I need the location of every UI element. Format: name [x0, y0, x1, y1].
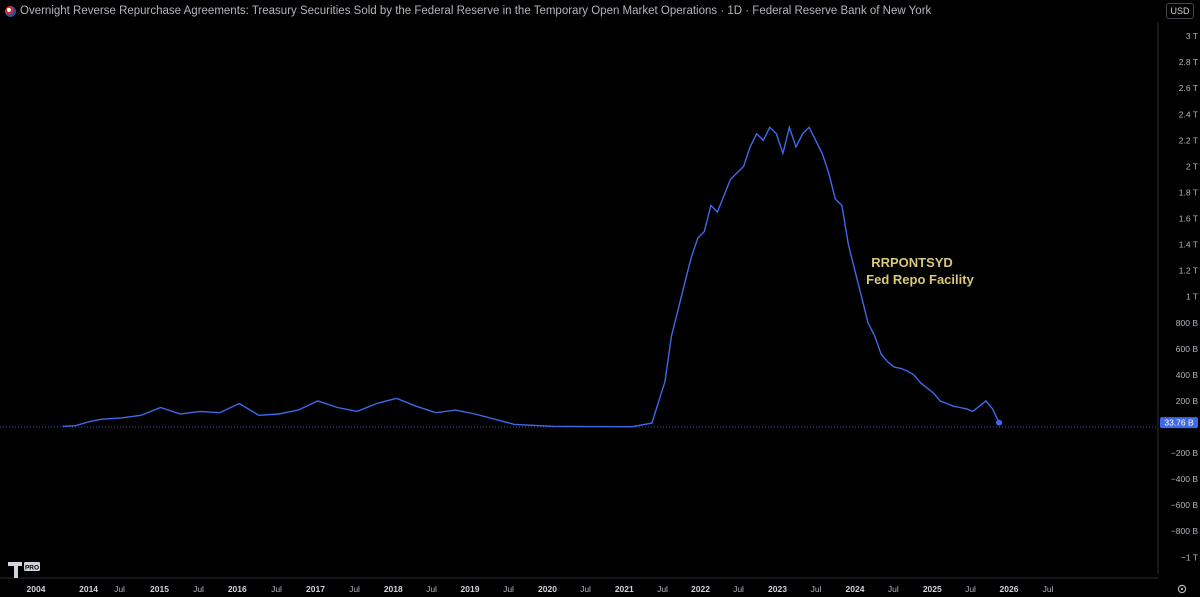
x-tick-label: Jul: [888, 584, 899, 594]
x-tick-label: 2024: [846, 584, 865, 594]
series-line-rrpontsyd: [62, 124, 1000, 428]
x-tick-label: 2019: [461, 584, 480, 594]
x-tick-label: 2015: [150, 584, 169, 594]
annotation-series-code: RRPONTSYD: [871, 255, 953, 270]
y-tick-label: −800 B: [1171, 526, 1199, 536]
x-tick-label: Jul: [811, 584, 822, 594]
y-tick-label: 2 T: [1186, 161, 1198, 171]
last-value-label-text: 33.76 B: [1164, 418, 1194, 428]
x-tick-label: 2014: [79, 584, 98, 594]
y-tick-label: 3 T: [1186, 31, 1198, 41]
x-tick-label: 2020: [538, 584, 557, 594]
y-tick-label: 1.6 T: [1179, 214, 1198, 224]
x-tick-label: Jul: [965, 584, 976, 594]
x-tick-label: 2017: [306, 584, 325, 594]
tradingview-logo-icon: [8, 562, 22, 578]
y-tick-label: −600 B: [1171, 500, 1199, 510]
x-tick-label: Jul: [503, 584, 514, 594]
y-tick-label: 800 B: [1176, 318, 1199, 328]
x-tick-label: Jul: [193, 584, 204, 594]
y-axis: 3 T 2.8 T 2.6 T 2.4 T 2.2 T 2 T 1.8 T 1.6 T 1.4 …: [1171, 31, 1199, 562]
x-tick-label: Jul: [657, 584, 668, 594]
x-tick-label: Jul: [349, 584, 360, 594]
y-tick-label: 2.2 T: [1179, 135, 1198, 145]
y-tick-label: 1 T: [1186, 292, 1198, 302]
pro-badge: PRO: [25, 565, 39, 572]
x-tick-label: 2016: [228, 584, 247, 594]
y-tick-label: 1.2 T: [1179, 266, 1198, 276]
x-axis: 2004 2014 Jul 2015 Jul 2016 Jul 2017 Jul 2018 Jul 2…: [27, 584, 1054, 594]
last-value-label: 33.76 B: [1160, 417, 1198, 429]
y-tick-label: −1 T: [1181, 552, 1198, 562]
x-tick-label: Jul: [733, 584, 744, 594]
x-tick-label: 2004: [27, 584, 46, 594]
y-tick-label: 1.8 T: [1179, 187, 1198, 197]
x-tick-label: Jul: [426, 584, 437, 594]
chart-canvas[interactable]: 3 T 2.8 T 2.6 T 2.4 T 2.2 T 2 T 1.8 T 1.6 T 1.4 …: [0, 0, 1200, 597]
x-tick-label: Jul: [114, 584, 125, 594]
y-tick-label: −200 B: [1171, 448, 1199, 458]
last-data-point: [996, 419, 1003, 426]
annotation-series-description: Fed Repo Facility: [866, 272, 974, 287]
y-tick-label: 2.6 T: [1179, 83, 1198, 93]
x-tick-label: 2022: [691, 584, 710, 594]
x-tick-label: Jul: [580, 584, 591, 594]
x-tick-label: 2021: [615, 584, 634, 594]
tradingview-logo: PRO: [8, 562, 40, 578]
y-tick-label: 400 B: [1176, 370, 1199, 380]
y-tick-label: 1.4 T: [1179, 240, 1198, 250]
x-tick-label: 2023: [768, 584, 787, 594]
x-tick-label: 2025: [923, 584, 942, 594]
y-tick-label: −400 B: [1171, 474, 1199, 484]
x-tick-label: 2026: [1000, 584, 1019, 594]
settings-gear-icon: [1177, 584, 1187, 594]
x-tick-label: Jul: [271, 584, 282, 594]
y-tick-label: 2.4 T: [1179, 109, 1198, 119]
y-tick-label: 200 B: [1176, 396, 1199, 406]
y-tick-label: 600 B: [1176, 344, 1199, 354]
y-tick-label: 2.8 T: [1179, 57, 1198, 67]
x-tick-label: Jul: [1043, 584, 1054, 594]
x-tick-label: 2018: [384, 584, 403, 594]
